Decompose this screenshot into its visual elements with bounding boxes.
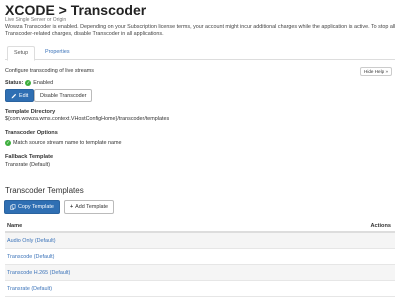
- template-link[interactable]: Transrate (Default): [7, 286, 52, 292]
- template-link[interactable]: Audio Only (Default): [7, 238, 56, 244]
- table-row: Audio Only (Default): [5, 233, 395, 249]
- license-notice: Wowza Transcoder is enabled. Depending o…: [5, 24, 396, 37]
- table-row: Transrate (Default): [5, 281, 395, 297]
- status-label: Status:: [5, 80, 24, 86]
- transcoder-option-row: ✓ Match source stream name to template n…: [5, 140, 121, 146]
- plus-icon: +: [70, 204, 74, 210]
- check-circle-icon: ✓: [25, 80, 32, 86]
- page-title: XCODE > Transcoder: [5, 2, 147, 18]
- copy-template-button[interactable]: Copy Template: [4, 200, 60, 214]
- edit-button[interactable]: Edit: [5, 89, 35, 102]
- transcoder-options-label: Transcoder Options: [5, 130, 58, 136]
- status-value: Enabled: [33, 80, 54, 86]
- pencil-icon: [11, 93, 17, 98]
- hide-help-button[interactable]: Hide Help »: [360, 67, 393, 76]
- edit-button-label: Edit: [19, 92, 29, 99]
- fallback-template-value: Transrate (Default): [5, 162, 51, 168]
- fallback-template-label: Fallback Template: [5, 154, 54, 160]
- template-directory-value: ${com.wowza.wms.context.VHostConfigHome}…: [5, 116, 170, 122]
- table-header: Name Actions: [5, 220, 395, 233]
- column-header-name: Name: [7, 223, 23, 229]
- template-link[interactable]: Transcode (Default): [7, 254, 54, 260]
- table-row: Transcode (Default): [5, 249, 395, 265]
- template-directory-label: Template Directory: [5, 109, 56, 115]
- transcoder-option-text: Match source stream name to template nam…: [13, 140, 122, 146]
- copy-template-label: Copy Template: [18, 204, 54, 210]
- configure-description: Configure transcoding of live streams: [5, 68, 94, 74]
- status-row: Status: ✓ Enabled: [5, 80, 53, 86]
- copy-icon: [10, 204, 16, 210]
- tab-setup[interactable]: Setup: [7, 46, 36, 61]
- tab-properties[interactable]: Properties: [39, 46, 76, 60]
- table-row: Transcode H.265 (Default): [5, 265, 395, 281]
- column-header-actions: Actions: [370, 223, 391, 229]
- check-circle-icon: ✓: [5, 140, 11, 146]
- tab-bar: Setup Properties: [5, 46, 395, 61]
- page-subtitle: Live Single Server or Origin: [5, 17, 67, 23]
- templates-table: Name Actions Audio Only (Default) Transc…: [5, 220, 395, 297]
- templates-heading: Transcoder Templates: [5, 186, 84, 195]
- add-template-label: Add Template: [75, 204, 109, 210]
- disable-transcoder-button[interactable]: Disable Transcoder: [34, 89, 93, 102]
- template-link[interactable]: Transcode H.265 (Default): [7, 270, 70, 276]
- add-template-button[interactable]: + Add Template: [64, 200, 115, 214]
